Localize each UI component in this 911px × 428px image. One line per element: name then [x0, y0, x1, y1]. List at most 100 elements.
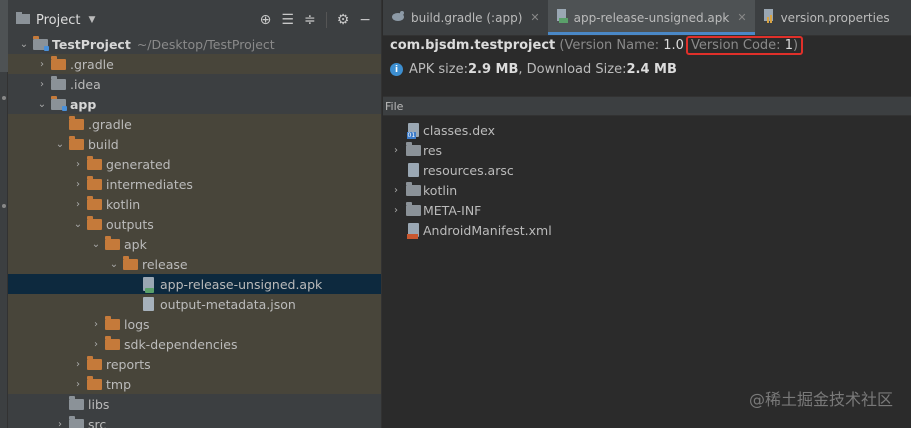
apk-file-row[interactable]: › kotlin — [383, 180, 457, 200]
chevron-right-icon[interactable]: › — [387, 185, 405, 196]
apk-file-row[interactable]: › res — [383, 140, 442, 160]
apk-file-label: resources.arsc — [423, 162, 514, 178]
tree-row-label: build — [88, 136, 119, 152]
file-column-header[interactable]: File — [383, 96, 911, 116]
chevron-right-icon[interactable]: › — [70, 159, 86, 170]
properties-icon — [763, 9, 775, 26]
apk-file-label: res — [423, 142, 443, 158]
close-icon[interactable]: ✕ — [530, 11, 539, 24]
folder-icon — [405, 201, 421, 217]
tree-row-label: intermediates — [106, 176, 193, 192]
apk-file-label: classes.dex — [423, 122, 496, 138]
apk-size-label: APK size: — [409, 62, 468, 77]
folder-icon — [104, 315, 120, 331]
chevron-right-icon[interactable]: › — [70, 199, 86, 210]
close-icon[interactable]: ✕ — [737, 11, 746, 24]
project-view-selector[interactable]: Project ▼ — [16, 12, 95, 28]
tree-row-label: output-metadata.json — [160, 296, 296, 312]
tree-row[interactable]: libs — [8, 394, 381, 414]
tree-row-label: .idea — [70, 76, 101, 92]
apk-file-label: AndroidManifest.xml — [423, 222, 552, 238]
apk-size-line: i APK size: 2.9 MB , Download Size: 2.4 … — [390, 62, 677, 77]
collapse-all-icon[interactable]: ≑ — [304, 12, 316, 28]
tree-row[interactable]: › .gradle — [8, 54, 381, 74]
watermark: @稀土掘金技术社区 — [748, 390, 893, 409]
chevron-down-icon[interactable]: ⌄ — [34, 99, 50, 110]
tree-row[interactable]: output-metadata.json — [8, 294, 381, 314]
chevron-right-icon[interactable]: › — [70, 179, 86, 190]
gear-icon[interactable]: ⚙ — [337, 12, 350, 28]
tool-strip-dot — [2, 96, 6, 100]
editor-tab[interactable]: build.gradle (:app) ✕ — [383, 0, 548, 35]
editor-tab-bar: build.gradle (:app) ✕ app-release-unsigned… — [383, 0, 911, 36]
tree-row[interactable]: › src — [8, 414, 381, 428]
tree-row-label: sdk-dependencies — [124, 336, 238, 352]
chevron-down-icon[interactable]: ⌄ — [106, 259, 122, 270]
chevron-right-icon[interactable]: › — [34, 79, 50, 90]
apk-size-value: 2.9 MB — [467, 62, 519, 77]
editor-tab-label: build.gradle (:app) — [411, 10, 523, 25]
version-name-label: (Version Name: — [559, 38, 664, 53]
tree-row[interactable]: › logs — [8, 314, 381, 334]
tree-row[interactable]: › sdk-dependencies — [8, 334, 381, 354]
minimize-icon[interactable]: − — [359, 12, 371, 28]
chevron-right-icon[interactable]: › — [52, 419, 68, 428]
chevron-down-icon[interactable]: ⌄ — [52, 139, 68, 150]
tree-row[interactable]: › generated — [8, 154, 381, 174]
expand-all-icon[interactable]: ☰ — [281, 12, 294, 28]
tree-row-label: reports — [106, 356, 151, 372]
folder-icon — [68, 115, 84, 131]
locate-icon[interactable]: ⊕ — [260, 12, 272, 28]
file-column-label: File — [385, 99, 404, 113]
apk-file-row[interactable]: AndroidManifest.xml — [383, 220, 552, 240]
tree-row[interactable]: ⌄ app — [8, 94, 381, 114]
chevron-down-icon[interactable]: ⌄ — [16, 39, 32, 50]
tree-row[interactable]: ⌄ release — [8, 254, 381, 274]
tree-row-label: release — [142, 256, 188, 272]
folder-icon — [50, 75, 66, 91]
chevron-right-icon[interactable]: › — [34, 59, 50, 70]
editor-tab[interactable]: app-release-unsigned.apk ✕ — [547, 0, 755, 35]
tree-row[interactable]: › kotlin — [8, 194, 381, 214]
tree-row[interactable]: › .idea — [8, 74, 381, 94]
folder-icon — [104, 235, 120, 251]
tree-row[interactable]: ⌄ apk — [8, 234, 381, 254]
tree-row[interactable]: › intermediates — [8, 174, 381, 194]
apk-file-row[interactable]: resources.arsc — [383, 160, 514, 180]
folder-icon — [86, 175, 102, 191]
chevron-right-icon[interactable]: › — [70, 359, 86, 370]
left-tool-strip — [0, 0, 8, 428]
chevron-down-icon[interactable]: ⌄ — [88, 239, 104, 250]
tree-row[interactable]: › reports — [8, 354, 381, 374]
chevron-right-icon[interactable]: › — [387, 145, 405, 156]
chevron-down-icon: ▼ — [88, 15, 96, 25]
tree-row-label: outputs — [106, 216, 154, 232]
tree-row[interactable]: .gradle — [8, 114, 381, 134]
tree-row-label: .gradle — [70, 56, 114, 72]
folder-icon — [50, 55, 66, 71]
editor-tab[interactable]: version.properties — [755, 0, 890, 35]
chevron-right-icon[interactable]: › — [88, 319, 104, 330]
tree-row-path-hint: ~/Desktop/TestProject — [136, 36, 275, 52]
chevron-right-icon[interactable]: › — [387, 205, 405, 216]
version-code-highlight: Version Code: 1) — [685, 36, 804, 55]
tree-row-label: logs — [124, 316, 150, 332]
tree-row-label: libs — [88, 396, 110, 412]
editor-tab-label: app-release-unsigned.apk — [573, 10, 730, 25]
chevron-right-icon[interactable]: › — [88, 339, 104, 350]
apk-file-row[interactable]: classes.dex — [383, 120, 495, 140]
apk-file-row[interactable]: › META-INF — [383, 200, 481, 220]
tree-row[interactable]: ⌄ outputs — [8, 214, 381, 234]
tree-row[interactable]: ⌄ TestProject ~/Desktop/TestProject — [8, 34, 381, 54]
chevron-right-icon[interactable]: › — [70, 379, 86, 390]
folder-icon — [405, 141, 421, 157]
folder-icon — [405, 181, 421, 197]
project-folder-icon — [16, 12, 30, 28]
tree-row-label: app-release-unsigned.apk — [160, 276, 323, 292]
tree-row[interactable]: app-release-unsigned.apk — [8, 274, 381, 294]
project-tool-tab[interactable] — [0, 0, 8, 72]
tree-row[interactable]: › tmp — [8, 374, 381, 394]
tree-row-label: tmp — [106, 376, 132, 392]
chevron-down-icon[interactable]: ⌄ — [70, 219, 86, 230]
tree-row[interactable]: ⌄ build — [8, 134, 381, 154]
